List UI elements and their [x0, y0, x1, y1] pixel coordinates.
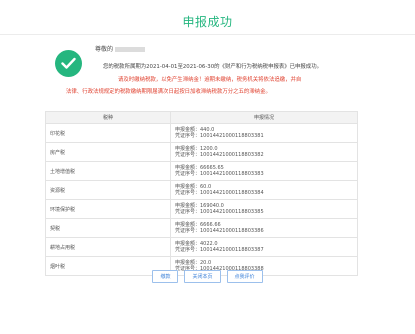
title-divider: [0, 34, 415, 35]
column-header-tax: 税种: [45, 111, 171, 124]
masked-taxpayer-name: [115, 47, 146, 52]
warning-line-2: 法律、行政法规规定的税款缴纳期限届满次日起按日加收滞纳税款万分之五的滞纳金。: [66, 89, 271, 95]
table-row: 资源税 申报金额：60.0 凭证序号：10014421000118803384: [45, 180, 358, 200]
success-message: 您的税款所属期为2021-04-01至2021-06-30的《财产和行为税纳税申…: [103, 64, 322, 70]
voucher-number: 凭证序号：10014421000118803381: [175, 133, 264, 139]
tax-name: 环境保护税: [45, 199, 171, 219]
tax-name: 房产税: [45, 142, 171, 162]
table-header-row: 税种 申报情况: [45, 111, 358, 124]
close-page-button[interactable]: 关闭本页: [184, 270, 221, 283]
voucher-number: 凭证序号：10014421000118803385: [175, 209, 264, 215]
table-row: 耕地占用税 申报金额：4022.0 凭证序号：10014421000118803…: [45, 237, 358, 257]
declaration-cell: 申报金额：4022.0 凭证序号：10014421000118803387: [170, 237, 358, 257]
voucher-number: 凭证序号：10014421000118803387: [175, 247, 264, 253]
warning-line-1: 请及时缴纳税款，以免产生滞纳金！逾期未缴纳，税务机关将依法追缴，并自: [118, 77, 302, 83]
voucher-number: 凭证序号：10014421000118803382: [175, 152, 264, 158]
voucher-number: 凭证序号：10014421000118803386: [175, 228, 264, 234]
table-row: 房产税 申报金额：1200.0 凭证序号：1001442100011880338…: [45, 142, 358, 162]
tax-name: 印花税: [45, 123, 171, 143]
tax-name: 资源税: [45, 180, 171, 200]
declaration-cell: 申报金额：169040.0 凭证序号：10014421000118803385: [170, 199, 358, 219]
check-circle-icon: [55, 50, 82, 77]
pay-button[interactable]: 缴款: [152, 270, 179, 283]
declaration-cell: 申报金额：66665.65 凭证序号：10014421000118803383: [170, 161, 358, 181]
table-row: 印花税 申报金额：440.0 凭证序号：10014421000118803381: [45, 123, 358, 143]
greeting: 尊敬的: [95, 44, 146, 53]
declaration-cell: 申报金额：1200.0 凭证序号：10014421000118803382: [170, 142, 358, 162]
declaration-cell: 申报金额：440.0 凭证序号：10014421000118803381: [170, 123, 358, 143]
table-row: 环境保护税 申报金额：169040.0 凭证序号：100144210001188…: [45, 199, 358, 219]
column-header-status: 申报情况: [170, 111, 358, 124]
voucher-number: 凭证序号：10014421000118803384: [175, 190, 264, 196]
tax-name: 契税: [45, 218, 171, 238]
voucher-number: 凭证序号：10014421000118803383: [175, 171, 264, 177]
page-title: 申报成功: [182, 15, 233, 29]
table-row: 契税 申报金额：6666.66 凭证序号：1001442100011880338…: [45, 218, 358, 238]
tax-name: 耕地占用税: [45, 237, 171, 257]
table-row: 土地增值税 申报金额：66665.65 凭证序号：100144210001188…: [45, 161, 358, 181]
action-bar: 缴款 关闭本页 点我评价: [0, 270, 415, 283]
review-button[interactable]: 点我评价: [226, 270, 263, 283]
declaration-table: 税种 申报情况 印花税 申报金额：440.0 凭证序号：100144210001…: [45, 111, 358, 276]
declaration-cell: 申报金额：6666.66 凭证序号：10014421000118803386: [170, 218, 358, 238]
tax-name: 土地增值税: [45, 161, 171, 181]
greeting-label: 尊敬的: [95, 46, 114, 53]
declaration-cell: 申报金额：60.0 凭证序号：10014421000118803384: [170, 180, 358, 200]
